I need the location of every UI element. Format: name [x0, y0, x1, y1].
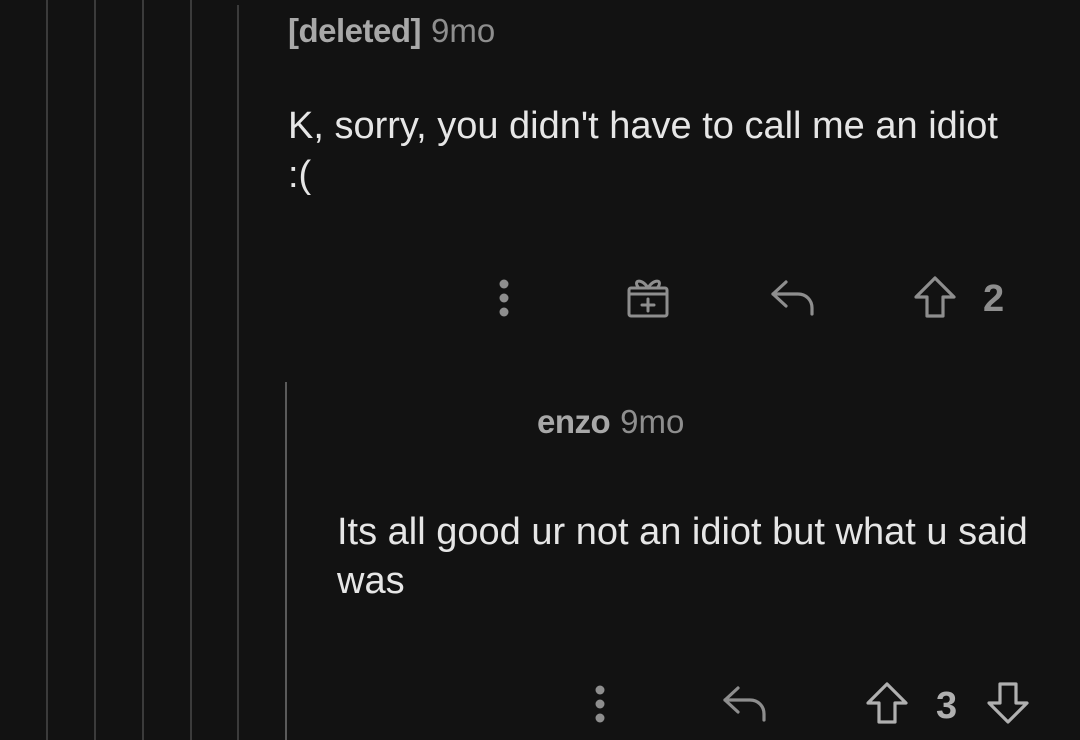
downvote-icon: [987, 682, 1029, 724]
more-options-button[interactable]: [584, 682, 616, 726]
comment-meta: enzo 9mo: [537, 403, 684, 441]
upvote-icon: [914, 276, 956, 318]
upvote-icon: [866, 682, 908, 724]
reply-button[interactable]: [718, 680, 770, 726]
upvote-button[interactable]: [910, 272, 960, 322]
thread-line[interactable]: [142, 0, 144, 740]
reply-button[interactable]: [766, 274, 818, 320]
thread-line[interactable]: [190, 0, 192, 740]
upvote-button[interactable]: [862, 678, 912, 728]
thread-line[interactable]: [285, 382, 287, 740]
vote-count: 3: [936, 685, 958, 727]
give-award-button[interactable]: [622, 272, 674, 324]
award-icon: [627, 279, 669, 318]
comment-age: 9mo: [620, 403, 685, 440]
comment-author[interactable]: [deleted]: [288, 12, 422, 49]
thread-line[interactable]: [46, 0, 48, 740]
more-icon: [499, 279, 509, 317]
comment-meta: [deleted] 9mo: [288, 12, 495, 50]
comment-author[interactable]: enzo: [537, 403, 611, 440]
reply-icon: [723, 686, 766, 722]
comment-body: Its all good ur not an idiot but what u …: [337, 511, 1028, 602]
more-icon: [595, 685, 605, 723]
comment-thread: [deleted] 9mo K, sorry, you didn't have t…: [0, 0, 1080, 740]
vote-count: 2: [983, 278, 1005, 320]
reply-icon: [771, 280, 814, 316]
thread-line[interactable]: [237, 5, 239, 740]
downvote-button[interactable]: [983, 678, 1033, 728]
comment-body: K, sorry, you didn't have to call me an …: [288, 105, 998, 196]
thread-line[interactable]: [94, 0, 96, 740]
more-options-button[interactable]: [488, 276, 520, 320]
comment-age: 9mo: [431, 12, 496, 49]
